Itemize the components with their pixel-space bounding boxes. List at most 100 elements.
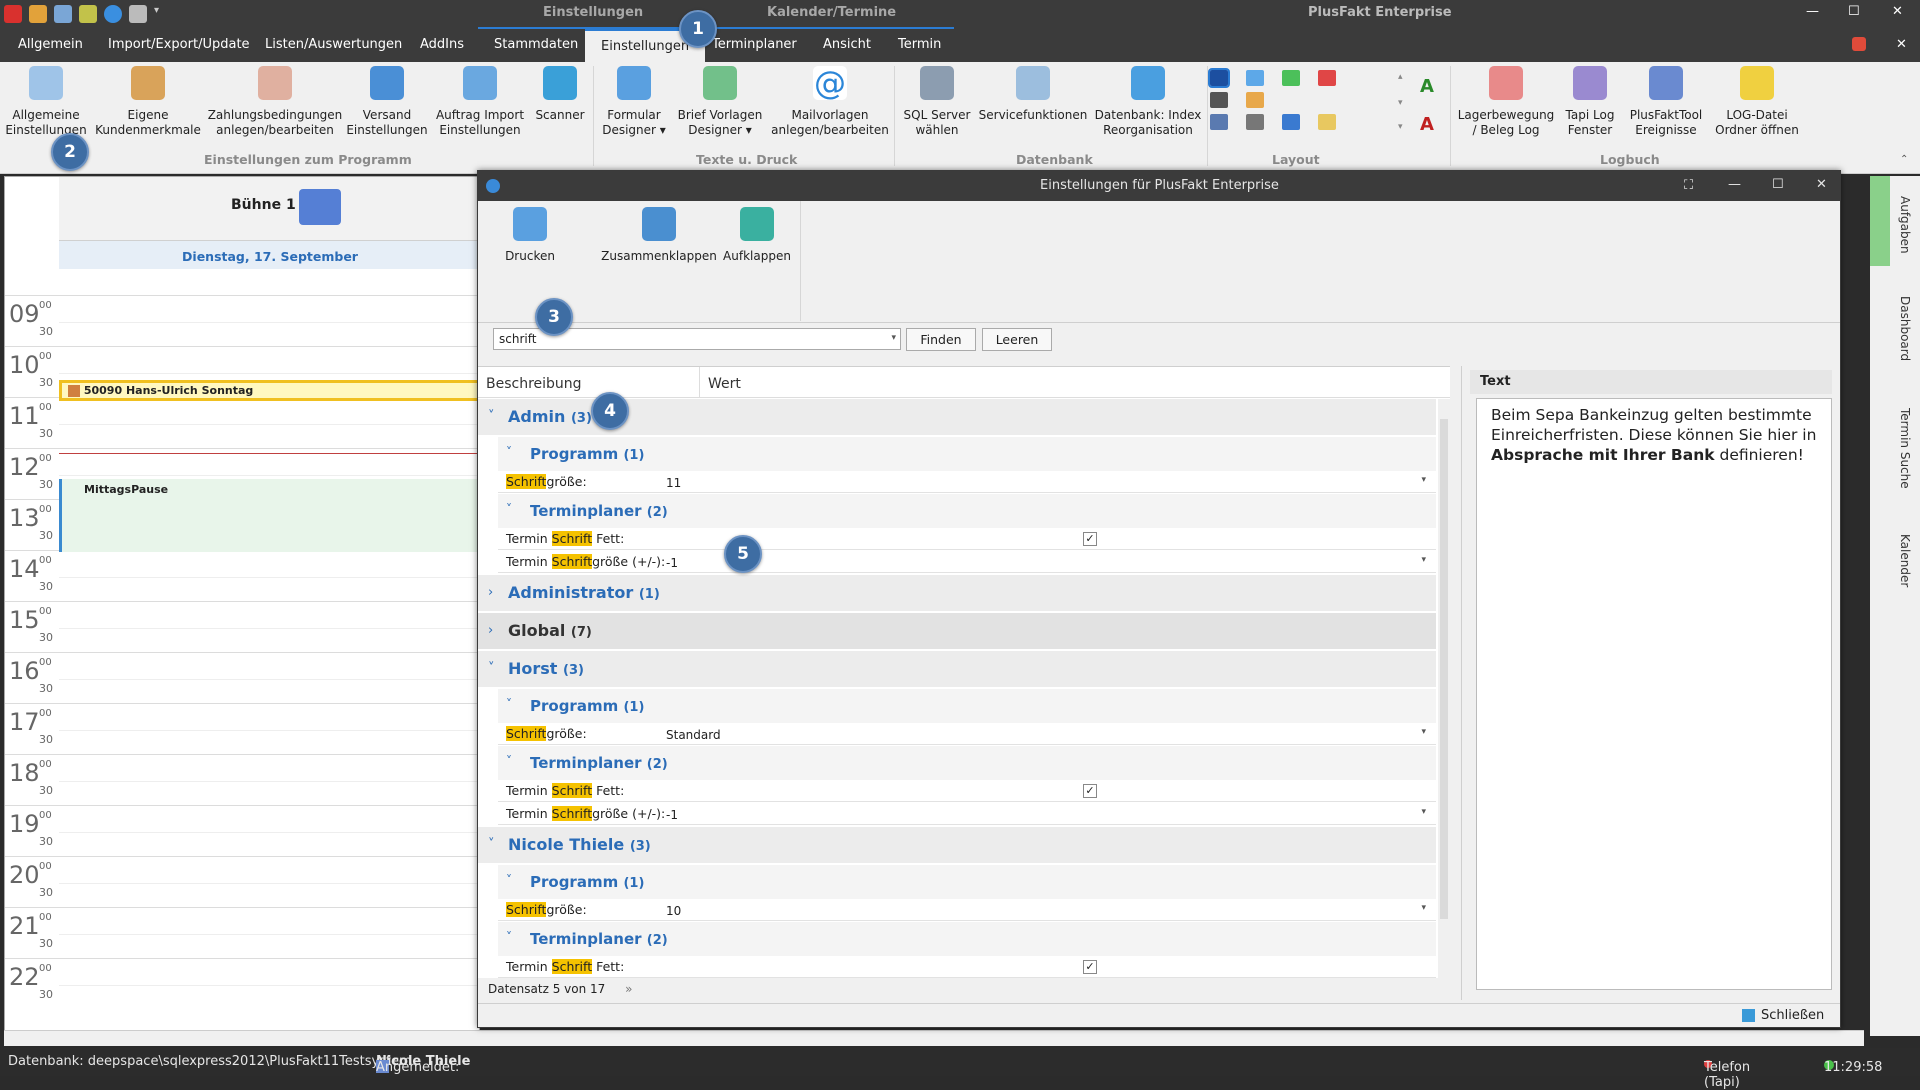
ribbon-log-datei[interactable]: LOG-Datei Ordner öffnen [1712, 66, 1802, 138]
notification-icon[interactable] [1852, 37, 1866, 51]
quick-chat-icon[interactable] [79, 5, 97, 23]
ribbon-index-reorganisation[interactable]: Datenbank: Index Reorganisation [1092, 66, 1204, 138]
ribbon-eigene-kundenmerkmale[interactable]: Eigene Kundenmerkmale [95, 66, 201, 138]
app-icon[interactable] [4, 5, 22, 23]
menu-close-icon[interactable]: ✕ [1896, 37, 1907, 52]
hour-slot[interactable]: 18 00 30 [5, 754, 481, 805]
layout-option-icon[interactable] [1246, 70, 1264, 86]
layout-option-icon[interactable] [1318, 70, 1336, 86]
chevron-down-icon[interactable]: ˅ [488, 661, 495, 676]
ribbon-zahlungsbedingungen[interactable]: Zahlungsbedingungen anlegen/bearbeiten [208, 66, 342, 138]
gallery-up-icon[interactable]: ▴ [1398, 72, 1403, 82]
subgroup-horst-terminplaner[interactable]: ˅ Terminplaner (2) [498, 746, 1436, 780]
ribbon-collapse-icon[interactable]: ⌃ [1900, 154, 1908, 165]
quick-tool-icon[interactable] [29, 5, 47, 23]
ribbon-auftrag-import[interactable]: Auftrag Import Einstellungen [434, 66, 526, 138]
dialog-maximize-icon[interactable]: ☐ [1772, 177, 1784, 192]
layout-option-icon[interactable] [1282, 114, 1300, 130]
font-decrease-icon[interactable]: A [1420, 114, 1434, 135]
find-button[interactable]: Finden [906, 328, 976, 351]
dropdown-icon[interactable]: ▾ [1421, 555, 1426, 565]
menu-stammdaten[interactable]: Stammdaten [494, 37, 578, 52]
prop-admin-schriftgroesse-delta[interactable]: Termin Schriftgröße (+/-): -1 ▾ [498, 551, 1436, 573]
nav-next-icon[interactable]: » [625, 982, 632, 996]
help-icon[interactable] [104, 5, 122, 23]
prop-admin-schrift-fett[interactable]: Termin Schrift Fett: ✓ [498, 528, 1436, 550]
subgroup-admin-terminplaner[interactable]: ˅ Terminplaner (2) [498, 494, 1436, 528]
subgroup-nicole-terminplaner[interactable]: ˅ Terminplaner (2) [498, 922, 1436, 956]
chevron-down-icon[interactable]: ˅ [506, 873, 512, 887]
drucken-button[interactable]: Drucken [505, 207, 555, 264]
hour-slot[interactable]: 20 00 30 [5, 856, 481, 907]
sidebar-tab-aufgaben[interactable]: Aufgaben [1898, 196, 1912, 254]
menu-listen[interactable]: Listen/Auswertungen [265, 37, 402, 52]
menu-import-export[interactable]: Import/Export/Update [108, 37, 250, 52]
dialog-fullscreen-icon[interactable]: ⛶ [1684, 178, 1693, 193]
chevron-down-icon[interactable]: ˅ [506, 930, 512, 944]
prop-nicole-schriftgroesse[interactable]: Schriftgröße: 10 ▾ [498, 899, 1436, 921]
calendar-date[interactable]: Dienstag, 17. September [59, 241, 481, 269]
column-header-wert[interactable]: Wert [700, 367, 1436, 397]
group-global[interactable]: › Global (7) [478, 613, 1436, 649]
hour-slot[interactable]: 15 00 30 [5, 601, 481, 652]
layout-option-icon[interactable] [1282, 70, 1300, 86]
dropdown-icon[interactable]: ▾ [1421, 475, 1426, 485]
dropdown-icon[interactable]: ▾ [1421, 807, 1426, 817]
subgroup-nicole-programm[interactable]: ˅ Programm (1) [498, 865, 1436, 899]
close-icon[interactable]: ✕ [1892, 4, 1903, 19]
calendar-hscrollbar[interactable] [4, 1030, 1864, 1046]
prop-nicole-schrift-fett[interactable]: Termin Schrift Fett: ✓ [498, 956, 1436, 978]
gallery-down-icon[interactable]: ▾ [1398, 98, 1403, 108]
subgroup-admin-programm[interactable]: ˅ Programm (1) [498, 437, 1436, 471]
layout-option-icon[interactable] [1210, 92, 1228, 108]
prop-horst-schriftgroesse[interactable]: Schriftgröße: Standard ▾ [498, 723, 1436, 745]
dialog-minimize-icon[interactable]: — [1728, 177, 1741, 192]
ribbon-brief-vorlagen[interactable]: Brief Vorlagen Designer ▾ [672, 66, 768, 138]
ribbon-lagerbewegung[interactable]: Lagerbewegung / Beleg Log [1456, 66, 1556, 138]
chevron-right-icon[interactable]: › [488, 585, 493, 600]
font-increase-icon[interactable]: A [1420, 76, 1434, 97]
ribbon-plusfakttool[interactable]: PlusFaktTool Ereignisse [1624, 66, 1708, 138]
hour-slot[interactable]: 22 00 30 [5, 958, 481, 1009]
chevron-down-icon[interactable]: ˅ [488, 837, 495, 852]
minimize-icon[interactable]: — [1806, 4, 1819, 19]
hour-slot[interactable]: 21 00 30 [5, 907, 481, 958]
calculator-icon[interactable] [129, 5, 147, 23]
hour-slot[interactable]: 16 00 30 [5, 652, 481, 703]
ribbon-scanner[interactable]: Scanner [532, 66, 588, 123]
prop-admin-schriftgroesse[interactable]: Schriftgröße: 11 ▾ [498, 471, 1436, 493]
chevron-down-icon[interactable]: ˅ [506, 445, 512, 459]
layout-option-icon[interactable] [1210, 114, 1228, 130]
chevron-right-icon[interactable]: › [488, 623, 493, 638]
hour-slot[interactable]: 17 00 30 [5, 703, 481, 754]
aufklappen-button[interactable]: Aufklappen [723, 207, 791, 264]
sidebar-tab-termin-suche[interactable]: Termin Suche [1898, 408, 1912, 489]
prop-horst-schrift-fett[interactable]: Termin Schrift Fett: ✓ [498, 780, 1436, 802]
hour-slot[interactable]: 14 00 30 [5, 550, 481, 601]
checkbox-checked[interactable]: ✓ [1083, 532, 1097, 546]
checkbox-checked[interactable]: ✓ [1083, 784, 1097, 798]
dropdown-icon[interactable]: ▾ [1421, 727, 1426, 737]
menu-termin[interactable]: Termin [898, 37, 941, 52]
column-header-beschreibung[interactable]: Beschreibung [478, 367, 700, 397]
group-administrator[interactable]: › Administrator (1) [478, 575, 1436, 611]
qat-dropdown-icon[interactable]: ▾ [154, 5, 172, 23]
group-nicole-thiele[interactable]: ˅ Nicole Thiele (3) [478, 827, 1436, 863]
layout-option-icon[interactable] [1318, 114, 1336, 130]
prop-horst-schriftgroesse-delta[interactable]: Termin Schriftgröße (+/-): -1 ▾ [498, 803, 1436, 825]
layout-option-icon[interactable] [1246, 92, 1264, 108]
clear-button[interactable]: Leeren [982, 328, 1052, 351]
ribbon-servicefunktionen[interactable]: Servicefunktionen [978, 66, 1088, 123]
chevron-down-icon[interactable]: ˅ [506, 754, 512, 768]
menu-terminplaner[interactable]: Terminplaner [712, 37, 797, 52]
scroll-thumb[interactable] [1440, 419, 1448, 919]
chevron-down-icon[interactable]: ˅ [506, 697, 512, 711]
layout-option-icon[interactable] [1208, 68, 1230, 88]
group-horst[interactable]: ˅ Horst (3) [478, 651, 1436, 687]
hour-slot[interactable]: 09 00 30 [5, 295, 481, 346]
chevron-down-icon[interactable]: ˅ [488, 409, 495, 424]
close-dialog-button[interactable]: Schließen [1742, 1008, 1824, 1023]
ribbon-formular-designer[interactable]: Formular Designer ▾ [598, 66, 670, 138]
search-dropdown-icon[interactable]: ▾ [891, 333, 896, 343]
grid-vscrollbar[interactable] [1438, 399, 1450, 979]
